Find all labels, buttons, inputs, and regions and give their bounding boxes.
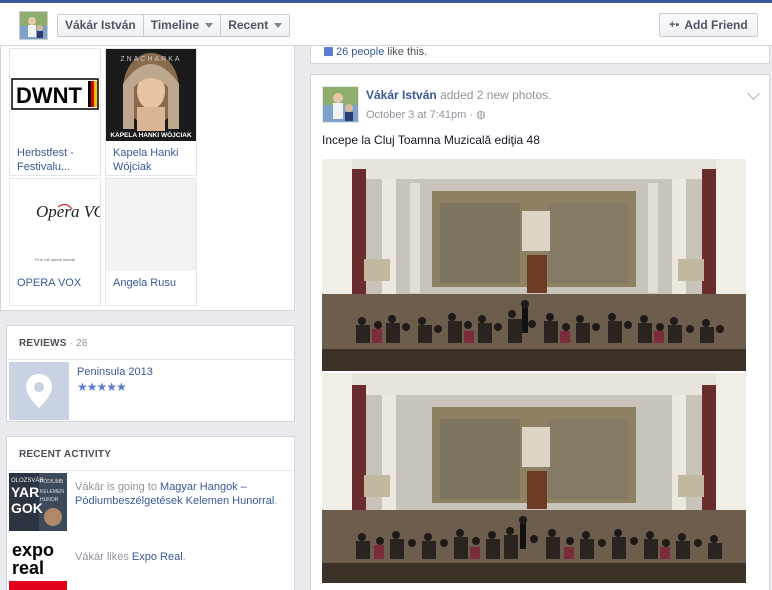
photo-post: Vákár István added 2 new photos. October…: [310, 74, 770, 590]
dwnt-logo-text: DWNT: [16, 83, 83, 108]
post-timestamp[interactable]: October 3 at 7:41pm: [366, 109, 466, 121]
header-nav-group: Vákár István Timeline Recent: [57, 14, 291, 37]
reviews-title: REVIEWS · 28: [19, 338, 88, 349]
event-thumbnail[interactable]: OLOZSVÁR YAR GOK PÓDIUMB KELEMEN HUNOR: [9, 473, 67, 531]
post-photo-1[interactable]: [322, 159, 746, 371]
like-tile-name[interactable]: Herbstfest - Festivalu...: [17, 146, 99, 174]
post-options-chevron-icon[interactable]: [747, 87, 760, 100]
likes-panel: DWNT Herbstfest - Festivalu... ZNACHARKA…: [0, 46, 295, 311]
divider: [7, 359, 294, 360]
event-thumb-text: KELEMEN: [40, 489, 64, 495]
event-thumb-text: HUNOR: [40, 497, 59, 503]
expo-thumb-text: real: [12, 558, 44, 578]
recent-activity-panel: RECENT ACTIVITY OLOZSVÁR YAR GOK PÓDIUMB…: [6, 436, 295, 590]
globe-icon[interactable]: ◍: [476, 109, 486, 121]
reviews-panel: REVIEWS · 28 Peninsula 2013 ★★★★★: [6, 325, 295, 422]
activity-actor: Vákár: [75, 481, 104, 493]
page-thumbnail[interactable]: DWNT: [10, 49, 100, 141]
chevron-down-icon: [205, 23, 214, 28]
post-header: Vákár István added 2 new photos.: [366, 88, 551, 102]
chevron-down-icon: [274, 23, 283, 28]
event-thumb-text: YAR: [11, 484, 39, 500]
event-link[interactable]: Magyar Hangok – Pódiumbeszélgetések Kele…: [75, 481, 274, 507]
previous-post-likes: 26 people like this.: [310, 46, 770, 64]
map-pin-icon[interactable]: [9, 362, 69, 420]
kapela-banner-text: ZNACHARKA: [120, 56, 181, 63]
event-thumb-text: GOK: [11, 500, 43, 516]
event-thumb-text: PÓDIUMB: [40, 478, 64, 485]
review-place-link[interactable]: Peninsula 2013: [77, 366, 153, 378]
star-rating-icon: ★★★★★: [77, 380, 127, 394]
profile-name-label: Vákár István: [65, 18, 136, 32]
like-tile-angela-rusu[interactable]: Angela Rusu: [105, 178, 197, 306]
post-author-link[interactable]: Vákár István: [366, 88, 437, 102]
likes-count-link[interactable]: 26 people: [336, 46, 384, 58]
add-friend-icon: +▪: [669, 19, 680, 31]
expo-thumb-text: expo: [12, 540, 54, 560]
activity-actor: Vákár: [75, 551, 104, 563]
activity-item-event: Vákár is going to Magyar Hangok – Pódium…: [75, 481, 278, 507]
page-thumbnail[interactable]: [106, 179, 196, 271]
post-action: added 2 new photos.: [440, 88, 552, 102]
post-meta: October 3 at 7:41pm · ◍: [366, 109, 486, 121]
page-thumbnail[interactable]: Opera VOX Firm mit oprere liderali: [10, 179, 100, 271]
like-tile-name[interactable]: OPERA VOX: [17, 276, 99, 290]
profile-header-bar: Vákár István Timeline Recent +▪ Add Frie…: [0, 3, 772, 46]
recent-label: Recent: [228, 18, 269, 32]
post-photo-2[interactable]: [322, 373, 746, 583]
activity-item-like: Vákár likes Expo Real.: [75, 551, 186, 563]
kapela-logo-text: KAPELA HANKI WÓJCIAK: [110, 130, 192, 139]
profile-name-button[interactable]: Vákár István: [58, 15, 144, 36]
like-tile-herbstfest[interactable]: DWNT Herbstfest - Festivalu...: [9, 48, 101, 176]
post-author-avatar[interactable]: [322, 86, 359, 123]
post-text: Incepe la Cluj Toamna Muzicală ediţia 48: [322, 133, 540, 147]
divider: [7, 470, 294, 471]
like-tile-name[interactable]: Kapela Hanki Wójciak: [113, 146, 195, 174]
opera-vox-tagline: Firm mit oprere liderali: [35, 257, 75, 262]
thumbs-up-icon: [324, 47, 333, 56]
page-thumbnail[interactable]: ZNACHARKA KAPELA HANKI WÓJCIAK: [106, 49, 196, 141]
like-tile-name[interactable]: Angela Rusu: [113, 276, 195, 290]
recent-activity-title: RECENT ACTIVITY: [19, 449, 112, 460]
profile-avatar[interactable]: [19, 11, 48, 40]
expo-real-link[interactable]: Expo Real: [132, 551, 183, 563]
recent-dropdown[interactable]: Recent: [221, 15, 289, 36]
timeline-dropdown[interactable]: Timeline: [144, 15, 222, 36]
timeline-label: Timeline: [150, 18, 200, 32]
expo-real-logo[interactable]: expo real: [9, 537, 67, 590]
like-tile-kapela[interactable]: ZNACHARKA KAPELA HANKI WÓJCIAK Kapela Ha…: [105, 48, 197, 176]
reviews-count: · 28: [69, 338, 88, 349]
add-friend-label: Add Friend: [684, 18, 748, 32]
like-tile-opera-vox[interactable]: Opera VOX Firm mit oprere liderali OPERA…: [9, 178, 101, 306]
add-friend-button[interactable]: +▪ Add Friend: [659, 13, 758, 37]
